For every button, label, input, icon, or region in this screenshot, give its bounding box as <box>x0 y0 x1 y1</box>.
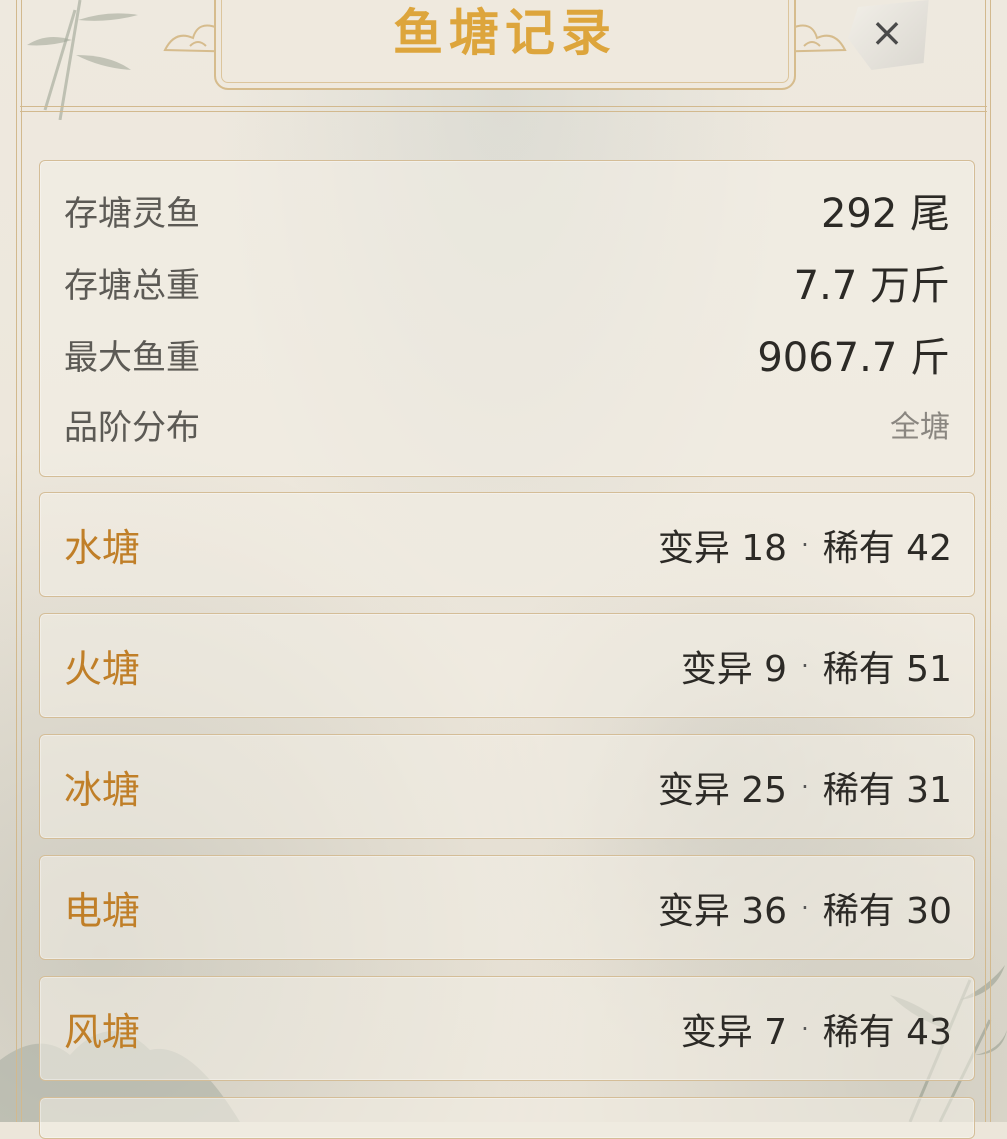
pond-stats: 变异 18 · 稀有 42 <box>658 519 952 571</box>
rare-count: 稀有 31 <box>822 769 952 811</box>
pond-name: 水塘 <box>64 526 141 570</box>
pond-stats: 变异 25 · 稀有 31 <box>658 761 952 813</box>
close-icon: × <box>870 10 904 56</box>
separator-dot: · <box>801 1014 809 1043</box>
separator-dot: · <box>801 772 809 801</box>
stat-value: 7.7 万斤 <box>793 263 950 309</box>
pond-name: 风塘 <box>64 1010 141 1054</box>
pond-stats: 变异 36 · 稀有 30 <box>658 882 952 934</box>
mutation-count: 变异 9 <box>680 648 788 690</box>
stat-label: 品阶分布 <box>64 407 200 448</box>
page-title: 鱼塘记录 <box>393 4 617 62</box>
pond-name: 电塘 <box>64 889 141 933</box>
summary-card: 存塘灵鱼 292 尾 存塘总重 7.7 万斤 最大鱼重 9067.7 斤 品阶分… <box>39 160 975 477</box>
mutation-count: 变异 18 <box>657 527 788 569</box>
stat-label: 存塘灵鱼 <box>64 193 200 234</box>
separator-dot: · <box>801 530 809 559</box>
pond-card-electric[interactable]: 电塘 变异 36 · 稀有 30 <box>39 855 975 960</box>
pond-stats: 变异 7 · 稀有 43 <box>681 1003 952 1055</box>
frame-border-right <box>985 0 991 1122</box>
rare-count: 稀有 51 <box>822 648 952 690</box>
title-plaque: 鱼塘记录 <box>214 0 796 90</box>
rare-count: 稀有 43 <box>822 1011 952 1053</box>
pond-card-fire[interactable]: 火塘 变异 9 · 稀有 51 <box>39 613 975 718</box>
grade-filter-value[interactable]: 全塘 <box>890 402 950 446</box>
pond-stats: 变异 9 · 稀有 51 <box>681 640 952 692</box>
header-divider <box>20 106 987 112</box>
rare-count: 稀有 30 <box>822 890 952 932</box>
rare-count: 稀有 42 <box>822 527 952 569</box>
stat-row-grade[interactable]: 品阶分布 全塘 <box>64 399 950 449</box>
stat-label: 存塘总重 <box>64 265 200 306</box>
stat-value: 292 尾 <box>820 191 950 237</box>
stat-value: 9067.7 斤 <box>757 335 950 381</box>
pond-card-ice[interactable]: 冰塘 变异 25 · 稀有 31 <box>39 734 975 839</box>
separator-dot: · <box>801 893 809 922</box>
mutation-count: 变异 36 <box>657 890 788 932</box>
pond-name: 火塘 <box>64 647 141 691</box>
frame-border-left <box>16 0 22 1122</box>
stat-row-max-weight: 最大鱼重 9067.7 斤 <box>64 329 950 381</box>
pond-name: 冰塘 <box>64 768 141 812</box>
stat-row-total-weight: 存塘总重 7.7 万斤 <box>64 257 950 309</box>
pond-card-wind[interactable]: 风塘 变异 7 · 稀有 43 <box>39 976 975 1081</box>
mutation-count: 变异 25 <box>657 769 788 811</box>
mutation-count: 变异 7 <box>680 1011 788 1053</box>
stat-label: 最大鱼重 <box>64 337 200 378</box>
separator-dot: · <box>801 651 809 680</box>
pond-card-water[interactable]: 水塘 变异 18 · 稀有 42 <box>39 492 975 597</box>
stat-row-fish-count: 存塘灵鱼 292 尾 <box>64 185 950 237</box>
pond-card-partial[interactable] <box>39 1097 975 1139</box>
